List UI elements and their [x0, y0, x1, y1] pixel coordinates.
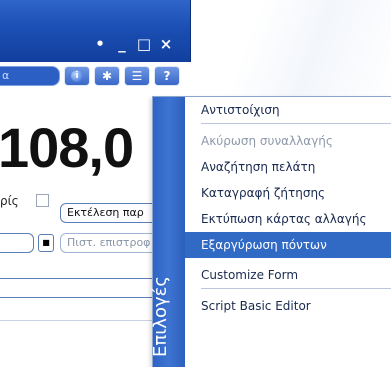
menu-item-record-demand[interactable]: Καταγραφή ζήτησης: [185, 180, 391, 206]
menu-item-customize-form[interactable]: Customize Form: [185, 262, 391, 288]
menu-item-redeem-points[interactable]: Εξαργύρωση πόντων: [185, 232, 391, 258]
menu-items: Αντιστοίχιση Ακύρωση συναλλαγής Αναζήτησ…: [185, 97, 391, 319]
option-checkbox[interactable]: [36, 194, 49, 207]
row-label: ρίς: [0, 194, 19, 208]
help-button[interactable]: ?: [154, 66, 180, 86]
menu-item-customer-search[interactable]: Αναζήτηση πελάτη: [185, 154, 391, 180]
hamburger-icon: ☰: [131, 69, 143, 83]
execute-button[interactable]: Εκτέλεση παρ: [60, 203, 160, 223]
menu-sidebar: Επιλογές: [150, 97, 185, 367]
menu-item-cancel-transaction: Ακύρωση συναλλαγής: [201, 134, 333, 148]
menu-item-script-basic-editor[interactable]: Script Basic Editor: [185, 293, 391, 319]
maximize-button[interactable]: □: [136, 34, 152, 54]
options-menu: Επιλογές Αντιστοίχιση Ακύρωση συναλλαγής…: [150, 96, 391, 367]
stop-button[interactable]: ■: [38, 234, 54, 252]
question-icon: ?: [163, 69, 171, 83]
search-input[interactable]: α: [0, 66, 60, 86]
pin-icon[interactable]: •: [92, 34, 108, 54]
menu-button[interactable]: ☰: [124, 66, 150, 86]
settings-button[interactable]: ✱: [94, 66, 120, 86]
window-titlebar: • _ □ × α i ✱ ☰ ?: [0, 0, 191, 86]
total-amount: 108,0: [0, 116, 134, 179]
quantity-field[interactable]: [0, 233, 34, 253]
minimize-button[interactable]: _: [114, 34, 130, 54]
close-button[interactable]: ×: [158, 34, 174, 54]
menu-item-match[interactable]: Αντιστοίχιση: [185, 97, 391, 123]
window-controls: • _ □ ×: [92, 34, 174, 54]
menu-sidebar-label: Επιλογές: [150, 276, 171, 357]
text-field[interactable]: [0, 278, 164, 298]
credit-return-field[interactable]: Πιστ. επιστροφ: [60, 233, 160, 253]
info-icon: i: [71, 70, 83, 82]
menu-item-print-exchange-card[interactable]: Εκτύπωση κάρτας αλλαγής: [185, 206, 391, 232]
divider: [0, 320, 160, 321]
gear-icon: ✱: [101, 69, 113, 83]
background-decoration: [191, 0, 391, 100]
info-button[interactable]: i: [64, 66, 90, 86]
toolbar: i ✱ ☰ ?: [64, 66, 180, 86]
